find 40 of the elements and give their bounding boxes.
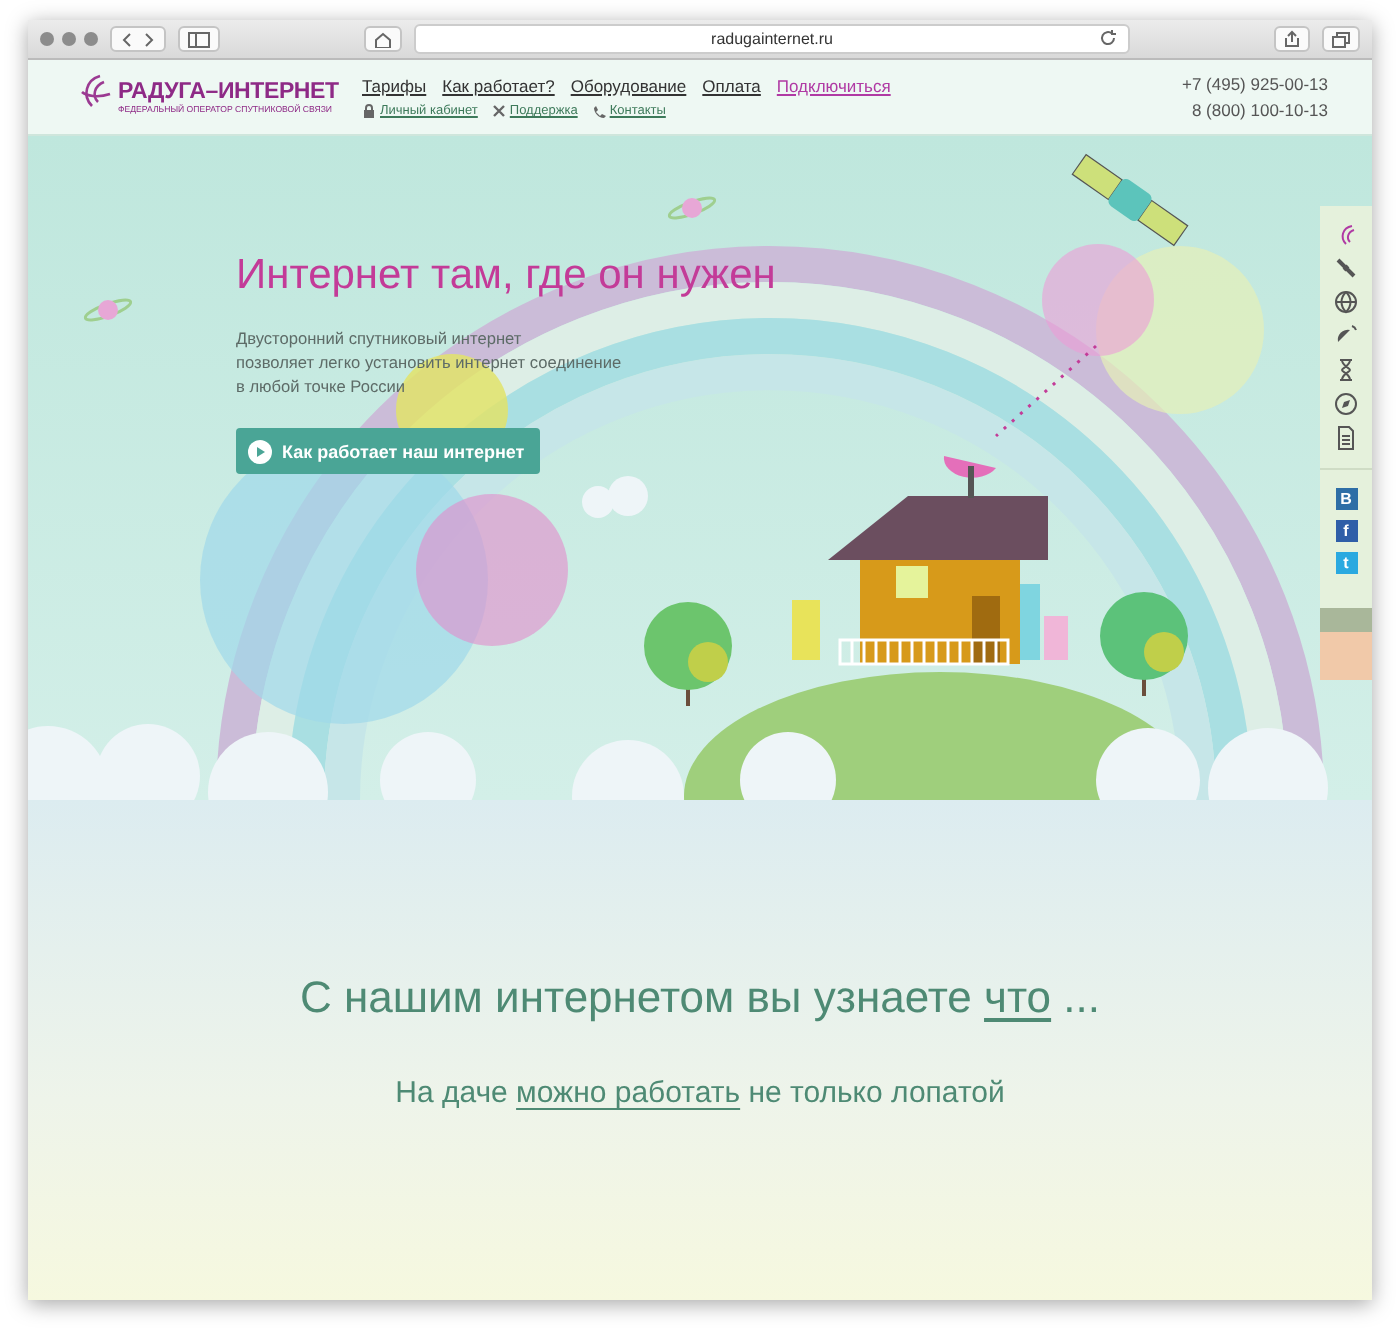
globe-icon[interactable] bbox=[1334, 290, 1358, 314]
nav-link[interactable]: Как работает? bbox=[442, 76, 555, 96]
phone-icon bbox=[591, 104, 606, 118]
twitter-button[interactable]: t bbox=[1335, 552, 1357, 574]
compass-icon[interactable] bbox=[1334, 392, 1358, 416]
logo-title: РАДУГА–ИНТЕРНЕТ bbox=[118, 80, 339, 104]
teaser-heading: С нашим интернетом вы узнаете что ... bbox=[299, 972, 1100, 1024]
logo-icon bbox=[76, 72, 112, 112]
nav-link[interactable]: Подключиться bbox=[776, 76, 891, 96]
vk-button[interactable]: В bbox=[1335, 488, 1357, 510]
home-button[interactable] bbox=[364, 26, 402, 52]
back-forward-button[interactable] bbox=[110, 26, 166, 52]
nav-link[interactable]: Тарифы bbox=[362, 76, 427, 96]
hourglass-icon[interactable] bbox=[1334, 358, 1358, 382]
play-icon bbox=[248, 439, 272, 463]
lock-icon bbox=[362, 104, 376, 118]
address-field[interactable]: radugainternet.ru bbox=[414, 24, 1130, 54]
sidebar-button[interactable] bbox=[178, 26, 220, 52]
reload-icon bbox=[1100, 30, 1116, 46]
hero-description-line: Двусторонний спутниковый интернет bbox=[236, 328, 524, 348]
tabs-icon bbox=[1332, 31, 1350, 47]
facebook-button[interactable]: f bbox=[1335, 520, 1357, 542]
teaser-link[interactable]: можно работать bbox=[516, 1076, 741, 1110]
phone-number: 8 (800) 100-10-13 bbox=[1191, 100, 1328, 120]
nav-link[interactable]: Оплата bbox=[702, 76, 761, 96]
share-icon bbox=[1284, 30, 1300, 48]
phone-number: +7 (495) 925-00-13 bbox=[1181, 74, 1328, 94]
hero-title: Интернет там, где он нужен bbox=[236, 252, 776, 300]
tabs-button[interactable] bbox=[1322, 26, 1360, 52]
document-icon[interactable] bbox=[1334, 426, 1358, 450]
back-forward-icon bbox=[120, 31, 156, 47]
teaser-link[interactable]: что bbox=[984, 972, 1052, 1022]
share-button[interactable] bbox=[1274, 26, 1310, 52]
nav-link[interactable]: Оборудование bbox=[570, 76, 687, 96]
how-it-works-button[interactable]: Как работает наш интернет bbox=[236, 428, 541, 474]
home-icon bbox=[374, 31, 392, 47]
sidebar-icon bbox=[188, 31, 210, 47]
window-controls-icon[interactable] bbox=[40, 32, 98, 46]
teaser-text: На даче можно работать не только лопатой bbox=[395, 1076, 1005, 1110]
hero-description-line: в любой точке России bbox=[236, 376, 408, 396]
